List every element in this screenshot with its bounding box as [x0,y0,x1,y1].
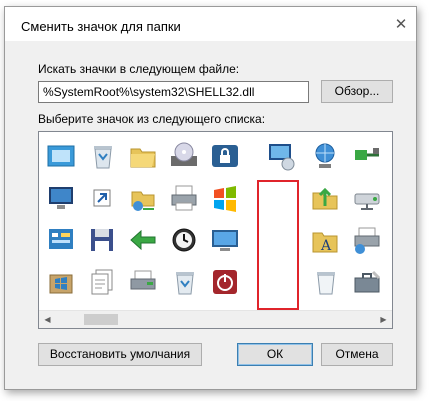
scroll-right-icon[interactable]: ▶ [375,311,392,328]
control-panel-icon[interactable] [43,222,79,258]
title-bar: Сменить значок для папки ✕ [5,7,416,41]
recycle-bin-full-icon[interactable] [84,138,120,174]
close-icon[interactable]: ✕ [394,17,408,32]
folder-open-icon[interactable] [125,138,161,174]
shortcut-arrow-icon[interactable] [84,180,120,216]
network-folder-icon[interactable] [125,180,161,216]
restore-defaults-button[interactable]: Восстановить умолчания [38,343,202,366]
desktop-monitor-icon[interactable] [207,222,243,258]
printer-icon[interactable] [166,180,202,216]
tile-window-icon[interactable] [43,138,79,174]
green-back-arrow-icon[interactable] [125,222,161,258]
icon-file-path-input[interactable]: %SystemRoot%\system32\SHELL32.dll [38,81,309,103]
browse-button[interactable]: Обзор... [321,80,393,103]
ok-button[interactable]: ОК [237,343,313,366]
floppy-disk-icon[interactable] [84,222,120,258]
scroll-left-icon[interactable]: ◀ [39,311,56,328]
drive-network-icon[interactable] [349,180,385,216]
change-folder-icon-dialog: Сменить значок для папки ✕ Искать значки… [4,6,417,390]
icon-list-label: Выберите значок из следующего списка: [38,112,266,126]
horizontal-scrollbar[interactable]: ◀ ▶ [39,310,392,328]
lock-screen-icon[interactable] [207,138,243,174]
printer-network-icon[interactable] [349,222,385,258]
file-label: Искать значки в следующем файле: [38,62,240,76]
cancel-button[interactable]: Отмена [321,343,393,366]
svg-text:A: A [320,238,332,254]
globe-network-icon[interactable] [307,138,343,174]
dvd-drive-icon[interactable] [166,138,202,174]
dialog-title: Сменить значок для папки [21,19,181,34]
monitor-icon[interactable] [43,180,79,216]
printer-fax-icon[interactable] [125,264,161,300]
shutdown-icon[interactable] [207,264,243,300]
windows-install-box-icon[interactable] [43,264,79,300]
folder-up-arrow-icon[interactable] [307,180,343,216]
folder-fonts-icon[interactable]: A [307,222,343,258]
network-monitor-icon[interactable] [263,138,299,174]
toolbox-icon[interactable] [349,264,385,300]
documents-stack-icon[interactable] [84,264,120,300]
network-cable-icon[interactable] [349,138,385,174]
recycle-bin-empty-icon[interactable] [307,264,343,300]
windows-flag-icon[interactable] [207,180,243,216]
recycle-bin-icon[interactable] [166,264,202,300]
icon-grid: A [39,132,392,308]
scroll-thumb[interactable] [84,314,118,325]
icon-list[interactable]: A ◀ ▶ [38,131,393,329]
clock-icon[interactable] [166,222,202,258]
